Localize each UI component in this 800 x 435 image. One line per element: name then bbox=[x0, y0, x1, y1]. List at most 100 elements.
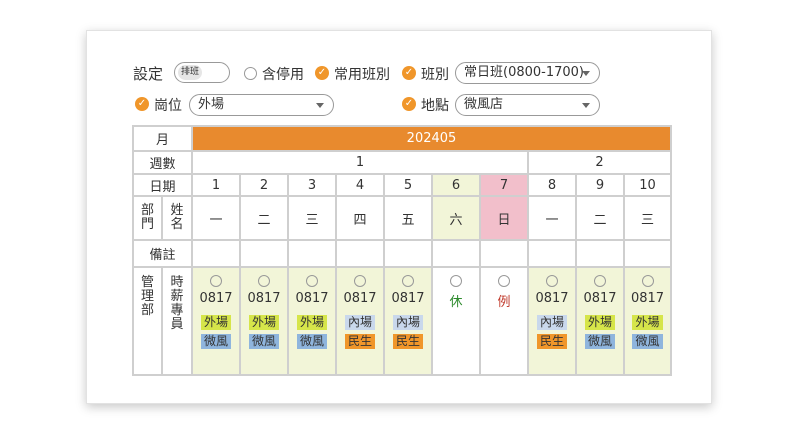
select-circle-icon[interactable] bbox=[354, 275, 366, 287]
date-cell: 4 bbox=[335, 173, 385, 197]
note-cell[interactable] bbox=[575, 239, 625, 268]
select-circle-icon[interactable] bbox=[450, 275, 462, 287]
date-label: 日期 bbox=[132, 173, 193, 197]
location-tag: 微風 bbox=[200, 334, 231, 349]
select-circle-icon[interactable] bbox=[306, 275, 318, 287]
weekday-cell: 二 bbox=[239, 195, 289, 241]
note-cell[interactable] bbox=[383, 239, 433, 268]
shift-cell[interactable]: 0817 外場 微風 bbox=[623, 266, 672, 376]
select-circle-icon[interactable] bbox=[210, 275, 222, 287]
post-select-value: 外場 bbox=[198, 97, 225, 112]
note-label: 備註 bbox=[132, 239, 193, 268]
weekday-cell: 一 bbox=[191, 195, 241, 241]
shift-cell[interactable]: 休 bbox=[431, 266, 481, 376]
post-select[interactable]: 外場 bbox=[189, 94, 334, 116]
shift-cell[interactable]: 例 bbox=[479, 266, 529, 376]
shift-code: 0817 bbox=[535, 291, 569, 306]
date-cell: 7 bbox=[479, 173, 529, 197]
post-tag: 外場 bbox=[248, 315, 279, 330]
weekday-cell: 五 bbox=[383, 195, 433, 241]
location-select[interactable]: 微風店 bbox=[455, 94, 600, 116]
week-number: 1 bbox=[191, 150, 529, 175]
shift-cell[interactable]: 0817 外場微風 bbox=[287, 266, 337, 376]
shift-code: 0817 bbox=[295, 291, 329, 306]
date-cell: 10 bbox=[623, 173, 672, 197]
post-tag: 外場 bbox=[200, 315, 231, 330]
select-circle-icon[interactable] bbox=[594, 275, 606, 287]
shift-code: 0817 bbox=[630, 291, 665, 306]
select-circle-icon[interactable] bbox=[402, 275, 414, 287]
location-label: 地點 bbox=[421, 98, 449, 114]
post-tag: 內場 bbox=[392, 315, 423, 330]
post-tag: 外場 bbox=[584, 315, 615, 330]
date-cell: 6 bbox=[431, 173, 481, 197]
location-tag: 微風 bbox=[584, 334, 615, 349]
dept-label: 部門 bbox=[132, 195, 163, 241]
shift-toggle[interactable]: 排班 bbox=[174, 62, 230, 83]
post-tag: 內場 bbox=[536, 315, 567, 330]
date-cell: 1 bbox=[191, 173, 241, 197]
common-shift-checkbox[interactable]: ✓ bbox=[315, 66, 329, 80]
include-disabled-radio[interactable] bbox=[244, 67, 257, 80]
include-disabled-label: 含停用 bbox=[262, 67, 304, 83]
shift-code: 0817 bbox=[199, 291, 233, 306]
shift-cell[interactable]: 0817 外場微風 bbox=[191, 266, 241, 376]
shift-code: 休 bbox=[449, 295, 463, 310]
shift-code: 0817 bbox=[391, 291, 425, 306]
weekday-cell: 四 bbox=[335, 195, 385, 241]
note-cell[interactable] bbox=[479, 239, 529, 268]
date-cell: 9 bbox=[575, 173, 625, 197]
weekday-cell: 日 bbox=[479, 195, 529, 241]
date-cell: 3 bbox=[287, 173, 337, 197]
month-label: 月 bbox=[132, 125, 193, 152]
location-tag: 民生 bbox=[536, 334, 567, 349]
select-circle-icon[interactable] bbox=[641, 275, 654, 287]
note-cell[interactable] bbox=[335, 239, 385, 268]
shift-code: 0817 bbox=[247, 291, 281, 306]
post-checkbox[interactable]: ✓ bbox=[135, 97, 149, 111]
shift-checkbox[interactable]: ✓ bbox=[402, 66, 416, 80]
note-cell[interactable] bbox=[287, 239, 337, 268]
location-select-value: 微風店 bbox=[464, 97, 504, 112]
date-cell: 5 bbox=[383, 173, 433, 197]
note-cell[interactable] bbox=[623, 239, 672, 268]
location-tag: 微風 bbox=[248, 334, 279, 349]
chevron-down-icon bbox=[582, 103, 590, 108]
shift-code: 例 bbox=[497, 295, 511, 310]
schedule-card: 設定 排班 含停用 ✓ 常用班別 ✓ 班別 常日班(0800-1700) ✓ 崗… bbox=[86, 30, 712, 404]
location-tag: 微風 bbox=[296, 334, 327, 349]
shift-code: 0817 bbox=[583, 291, 617, 306]
employee-name: 時薪專員 bbox=[161, 266, 193, 376]
select-circle-icon[interactable] bbox=[498, 275, 510, 287]
settings-title: 設定 bbox=[133, 65, 164, 83]
chevron-down-icon bbox=[582, 71, 590, 76]
schedule-table: 月 202405 週數 1 2 日期 1 2 3 4 5 6 7 8 9 10 … bbox=[132, 125, 672, 376]
select-circle-icon[interactable] bbox=[546, 275, 558, 287]
date-cell: 8 bbox=[527, 173, 577, 197]
shift-code: 0817 bbox=[343, 291, 377, 306]
weekday-cell: 三 bbox=[623, 195, 672, 241]
note-cell[interactable] bbox=[527, 239, 577, 268]
post-label: 崗位 bbox=[154, 98, 182, 114]
shift-cell[interactable]: 0817 外場微風 bbox=[575, 266, 625, 376]
weekday-cell: 六 bbox=[431, 195, 481, 241]
shift-cell[interactable]: 0817 外場微風 bbox=[239, 266, 289, 376]
post-tag: 外場 bbox=[296, 315, 327, 330]
common-shift-label: 常用班別 bbox=[334, 67, 390, 83]
note-cell[interactable] bbox=[239, 239, 289, 268]
chevron-down-icon bbox=[316, 103, 324, 108]
week-number: 2 bbox=[527, 150, 672, 175]
shift-select-value: 常日班(0800-1700) bbox=[464, 65, 585, 80]
shift-cell[interactable]: 0817 內場民生 bbox=[527, 266, 577, 376]
weekday-cell: 二 bbox=[575, 195, 625, 241]
weekday-cell: 三 bbox=[287, 195, 337, 241]
shift-select[interactable]: 常日班(0800-1700) bbox=[455, 62, 600, 84]
note-cell[interactable] bbox=[431, 239, 481, 268]
shift-cell[interactable]: 0817 內場 民生 bbox=[383, 266, 433, 376]
location-checkbox[interactable]: ✓ bbox=[402, 97, 416, 111]
location-tag: 民生 bbox=[344, 334, 375, 349]
shift-cell[interactable]: 0817 內場 民生 bbox=[335, 266, 385, 376]
select-circle-icon[interactable] bbox=[258, 275, 270, 287]
shift-toggle-label: 排班 bbox=[178, 65, 203, 80]
note-cell[interactable] bbox=[191, 239, 241, 268]
